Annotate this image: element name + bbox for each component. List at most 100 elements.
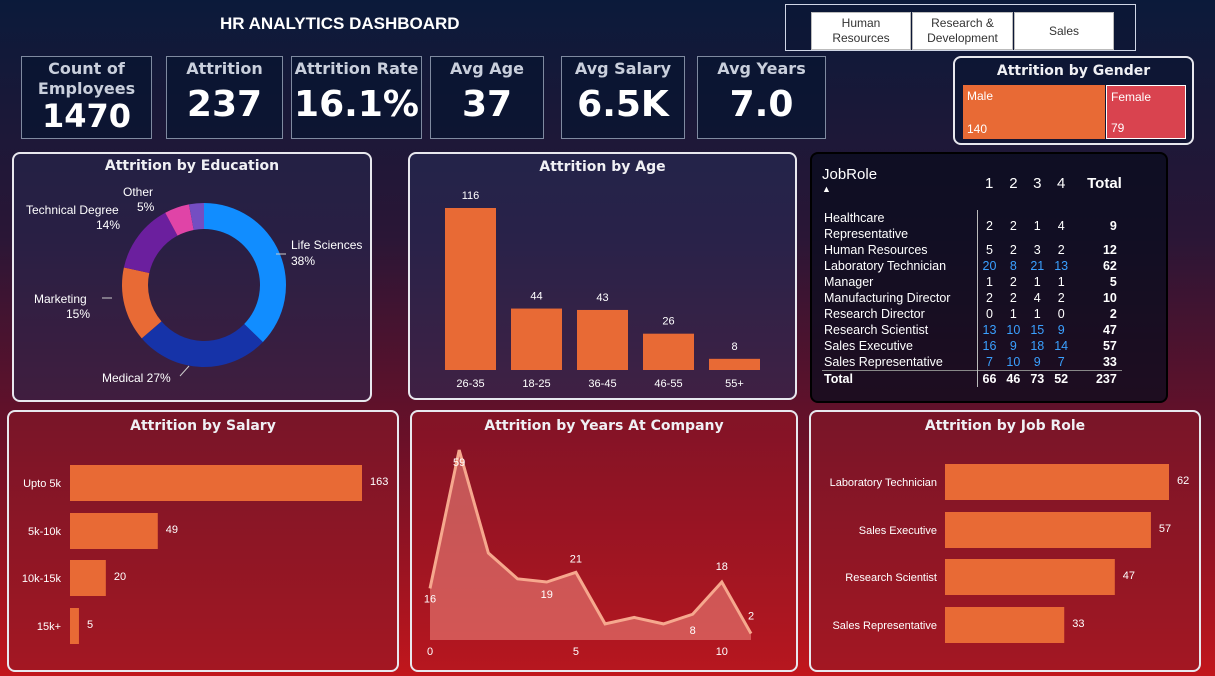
years-point-label: 19 (541, 589, 553, 601)
age-bar-category: 46-55 (654, 378, 682, 390)
jobrole-bar-value: 47 (1123, 570, 1135, 582)
kpi-avg-age: Avg Age 37 (430, 56, 544, 139)
gender-male-tile[interactable]: Male 140 (963, 85, 1105, 139)
slicer-sales[interactable]: Sales (1014, 12, 1114, 50)
jobrole-bar-category: Research Scientist (845, 572, 937, 584)
matrix-row-total: 2 (1109, 307, 1117, 321)
donut-label: Medical 27% (102, 371, 171, 385)
matrix-row-total: 57 (1102, 339, 1117, 353)
matrix-row-total: 9 (1109, 219, 1117, 233)
matrix-row-label[interactable]: Manufacturing Director (822, 290, 977, 306)
attrition-by-education-panel: Attrition by Education Life Sciences 38% M… (12, 152, 372, 402)
kpi-value: 7.0 (729, 84, 794, 125)
matrix-row-label[interactable]: Sales Representative (822, 354, 977, 371)
matrix-cell: 1 (1057, 275, 1065, 289)
matrix-cell: 1 (976, 274, 1002, 290)
matrix-row: Laboratory Technician 20 8 21 13 62 (822, 258, 1122, 274)
salary-bar (70, 513, 158, 549)
kpi-value: 1470 (41, 97, 132, 135)
matrix-row-label[interactable]: Human Resources (822, 242, 977, 258)
matrix-cell: 9 (1033, 355, 1041, 369)
matrix-cell: 2 (1009, 243, 1017, 257)
matrix-cell: 2 (976, 290, 1002, 306)
matrix-row: Research Director 0 1 1 0 2 (822, 306, 1122, 322)
matrix-row: Sales Executive 16 9 18 14 57 (822, 338, 1122, 354)
salary-bar-category: 15k+ (37, 621, 61, 633)
kpi-attrition: Attrition 237 (166, 56, 283, 139)
matrix-cell: 2 (1057, 291, 1065, 305)
salary-bar (70, 560, 106, 596)
age-bar (445, 208, 496, 370)
years-area-chart: 16 59 19 21 8 18 2 0 5 10 (424, 449, 754, 658)
matrix-row: Research Scientist 13 10 15 9 47 (822, 322, 1122, 338)
attrition-by-salary-panel: Attrition by Salary Upto 5k 163 5k-10k 49 10… (7, 410, 399, 672)
matrix-cell: 66 (976, 370, 1002, 387)
donut-label-pct: 14% (96, 218, 120, 232)
years-x-tick: 10 (716, 646, 728, 658)
matrix-cell: 4 (1033, 291, 1041, 305)
matrix-header-col: 3 (1033, 174, 1042, 192)
kpi-value: 6.5K (577, 84, 669, 125)
matrix-header-col: 2 (1009, 174, 1018, 192)
matrix-row-label[interactable]: Research Scientist (822, 322, 977, 338)
matrix-row-label[interactable]: Laboratory Technician (822, 258, 977, 274)
matrix-row-label[interactable]: Research Director (822, 306, 977, 322)
matrix-cell: 1 (1033, 275, 1041, 289)
years-point-label: 59 (453, 457, 465, 469)
gender-female-tile[interactable]: Female 79 (1106, 85, 1186, 139)
jobrole-bar-category: Sales Representative (832, 620, 937, 632)
panel-title: Attrition by Gender (996, 63, 1151, 79)
age-bar-value: 43 (596, 292, 608, 304)
matrix-cell: 0 (976, 306, 1002, 322)
kpi-label: Avg Age (450, 59, 524, 78)
kpi-label: Attrition Rate (294, 59, 419, 78)
kpi-avg-salary: Avg Salary 6.5K (561, 56, 685, 139)
age-bar-value: 116 (462, 190, 480, 202)
gender-female-label: Female (1111, 90, 1152, 104)
years-point-label: 16 (424, 593, 436, 605)
matrix-cell: 1 (1033, 219, 1041, 233)
matrix-cell: 7 (1057, 355, 1065, 369)
matrix-cell: 16 (976, 338, 1002, 354)
matrix-row-total: 10 (1102, 291, 1117, 305)
salary-bar-value: 49 (166, 524, 178, 536)
matrix-row-label[interactable]: Healthcare Representative (822, 210, 977, 242)
matrix-cell: 2 (1009, 275, 1017, 289)
matrix-row-label[interactable]: Manager (822, 274, 977, 290)
slicer-research-development[interactable]: Research & Development (912, 12, 1013, 50)
donut-slice (141, 321, 263, 367)
matrix-cell: 13 (1054, 259, 1069, 273)
attrition-by-age-panel: Attrition by Age 116 26-35 44 18-25 43 36-45 2… (408, 152, 797, 400)
years-point-label: 18 (716, 561, 728, 573)
matrix-cell: 2 (1057, 243, 1065, 257)
jobrole-bar-value: 62 (1177, 475, 1189, 487)
salary-bar-value: 163 (370, 476, 388, 488)
salary-bar-category: 5k-10k (28, 526, 62, 538)
age-bar-category: 26-35 (456, 378, 484, 390)
matrix-cell: 21 (1030, 259, 1045, 273)
jobrole-bar-chart: Laboratory Technician 62 Sales Executive 57… (830, 464, 1189, 643)
matrix-cell: 46 (1001, 370, 1026, 387)
matrix-cell: 1 (1033, 307, 1041, 321)
matrix-cell: 7 (976, 354, 1002, 371)
years-x-tick: 0 (427, 646, 433, 658)
slicer-human-resources[interactable]: Human Resources (811, 12, 911, 50)
jobrole-bar-value: 33 (1072, 618, 1084, 630)
matrix-cell: 4 (1057, 219, 1065, 233)
matrix-row-total: 47 (1102, 323, 1117, 337)
age-bar (643, 333, 694, 370)
matrix-row-label[interactable]: Sales Executive (822, 338, 977, 354)
age-bar (709, 358, 760, 370)
jobrole-bar-category: Laboratory Technician (830, 477, 937, 489)
salary-bar-chart: Upto 5k 163 5k-10k 49 10k-15k 20 15k+ 5 (22, 465, 388, 644)
matrix-header-col: 1 (985, 174, 994, 192)
matrix-header-jobrole[interactable]: JobRole ▲ (822, 166, 977, 210)
salary-bar-category: Upto 5k (23, 478, 61, 490)
age-bar (577, 309, 628, 370)
matrix-cell: 10 (1006, 355, 1021, 369)
education-donut-chart: Life Sciences 38% Medical 27% Marketing15% T… (26, 185, 362, 385)
jobrole-bar-value: 57 (1159, 523, 1171, 535)
matrix-row-label[interactable]: Total (822, 370, 977, 387)
jobrole-bar-category: Sales Executive (859, 525, 937, 537)
matrix-row: Sales Representative 7 10 9 7 33 (822, 354, 1122, 371)
